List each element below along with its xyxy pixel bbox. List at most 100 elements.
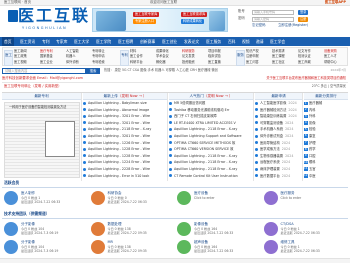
quick-link[interactable]: 国家基金 [40,54,53,59]
member-card[interactable]: 医疗设备 Click to enter [175,188,257,210]
member-card[interactable]: 医人制作 今日 0 粉丝 1 最近活跃 2024-7-22 06:33 [2,188,84,210]
list-item-text[interactable]: 智能康复训练装置 [260,114,286,118]
member-card[interactable]: 医疗服务 Click to enter [262,188,344,210]
header-banner[interactable]: 医工互联专家库 医工互联需求库 专家注册入口 科研成果转化 [92,8,228,32]
list-item[interactable]: Aquillion Lightning - 3201 Error - Wire [83,113,167,120]
list-item[interactable]: 6 康复 [304,133,348,140]
list-item[interactable]: 病床护理装置 2024 [255,166,302,173]
list-item[interactable]: OPTIMA CT660 SERVICE METHODS 故 [169,140,253,147]
list-item[interactable]: Aquillion Lightning - Babyliman size [83,100,167,107]
list-item-text[interactable]: 可穿戴监测设备 [260,121,283,125]
list-item[interactable]: Aquillion Lightning - Error in 510 look [83,173,167,180]
list-item[interactable]: OPTIMA CT660 VERSION SERVICE 故 [169,146,253,153]
list-item-text[interactable]: Aquillion Lightning - 2228 Error - Wire [88,167,150,171]
quick-link[interactable]: 医工人才 [324,54,337,59]
card-name[interactable]: 医人制作 [21,191,35,195]
nav-item-services[interactable]: 医工服务 [206,37,221,46]
register-button[interactable]: 注册 [298,17,309,22]
list-item[interactable]: Aquillion Lightning - 3201 Error - Wire [83,133,167,140]
list-item-text[interactable]: OPTIMA CT660 VERSION SERVICE 故 [174,147,233,151]
list-item-text[interactable]: Aquillion Lightning - 3201 Error - Wire [88,134,150,138]
quick-link[interactable]: 医工新闻 [14,49,27,54]
list-item[interactable]: Aquillion Lightning - 3201 Error - Wire [83,120,167,127]
list-item-text[interactable]: 医疗器械 [309,101,322,105]
quick-link[interactable]: 技术需求 [272,49,285,54]
nav-item-jobs[interactable]: 医工招聘 [118,37,133,46]
list-item[interactable]: 7 护理 [304,140,348,147]
list-item-text[interactable]: Aquillion Lightning - 3201 Error - Wire [88,114,150,118]
list-item-text[interactable]: 五官 [309,167,316,171]
app-download-link[interactable]: 医工互联APP [325,0,346,5]
nav-item-society[interactable]: 医工学会 [270,37,285,46]
hot-bar-title[interactable]: 医工互联专利转让（发明 / 实用新型） [4,84,62,89]
list-item-text[interactable]: 外科 [309,114,316,118]
quick-link[interactable]: 科研平台 [130,60,143,65]
nav-item-startup[interactable]: 医工创业 [162,37,177,46]
card-name[interactable]: CT/DSA [281,222,294,226]
list-item[interactable]: 9 口腔 [304,153,348,160]
list-item[interactable]: 医用导管结构 2024 [255,140,302,147]
quick-link[interactable]: 医工商城 [298,60,311,65]
quick-link[interactable]: 医工课程 [272,54,285,59]
list-item[interactable]: 11 五官 [304,166,348,173]
quick-link[interactable]: 成果转化 [156,49,169,54]
member-card[interactable]: 科研协会 今日 0 粉丝 0 最近活跃 2024-7-22 06:33 [89,188,171,210]
list-item[interactable]: 医疗器械检测方法 2024 [255,107,302,114]
list-item-text[interactable]: OPTIMA CT660 SERVICE METHODS 故 [174,141,235,145]
member-card[interactable]: MR 今日 0 粉丝 138 最近活跃 2024-7-22 09:35 [89,237,171,259]
list-item[interactable]: LE RT-E4400 XTRA LIMITED ACCESS V [169,120,253,127]
nav-item-home[interactable]: 首页 [2,37,14,46]
quick-link[interactable]: 注册申报 [246,54,259,59]
list-item[interactable]: Aquillion Lightning Support and Software [169,133,253,140]
list-item[interactable]: MR 5倍伺服反馈问题 [169,100,253,107]
notice-right-link[interactable]: 关于医工互联平台发布医疗器械和医工科技类项目的通知 [266,76,346,81]
list-item-text[interactable]: Aquillion Lightning - Babyliman size [88,101,147,105]
list-item[interactable]: Aquillion Lightning - 2118 Error - X-ray [169,153,253,160]
list-item-text[interactable]: Aquillion Lightning - Abnormal image [88,108,149,112]
list-item[interactable]: 2 内科 [304,107,348,114]
card-name[interactable]: MR [108,240,113,244]
password-input[interactable]: 请输入密码 [252,17,294,22]
member-card[interactable]: 超声设备 今日 0 粉丝 164 最近活跃 2024-7-22 06:33 [175,237,257,259]
list-item[interactable]: 3 外科 [304,113,348,120]
list-item[interactable]: Aquillion Lightning - 2118 Error - X-ray [83,126,167,133]
quick-link[interactable]: 体外诊断 [66,60,79,65]
list-item[interactable]: 1 医疗器械 [304,100,348,107]
quick-link[interactable]: 医工合作 [130,54,143,59]
list-item-text[interactable]: MR 5倍伺服反馈问题 [174,101,205,105]
list-item[interactable]: CT Remote Control Kit User Instruction [169,173,253,180]
list-item-text[interactable]: Aquillion Lightning Support and Software [174,134,242,138]
search-button[interactable]: 搜索 [86,68,100,74]
quick-link[interactable]: 学术会议 [156,54,169,59]
card-name[interactable]: 影像设备 [194,222,208,226]
username-input[interactable]: 请输入手机号码 [252,10,294,15]
quick-link[interactable]: 设备采购 [324,49,337,54]
list-item[interactable]: 8 药学 [304,146,348,153]
list-item-text[interactable]: Aquillion Lightning - Error in 510 look [88,174,149,178]
nav-item-wiki[interactable]: 百科 [228,37,236,46]
list-item[interactable]: Aquillion Lightning - 1224 Error - Wire [83,159,167,166]
list-item-text[interactable]: 影像 [309,121,316,125]
site-logo[interactable]: 医工互联 YIGONGHULIAN [6,6,88,34]
list-item-text[interactable]: Toshiba 移动服务光源射线机驱动 Err [174,108,229,112]
list-item-text[interactable]: 康复 [309,134,316,138]
member-card[interactable]: 维修工具 今日 0 粉丝 1 最近活跃 2024-7-22 06:33 [262,237,344,259]
quick-link[interactable]: 帮助中心 [324,60,337,65]
quick-link[interactable]: 知识产权 [246,49,259,54]
column-more-link[interactable]: （发明 Now → ） [204,94,233,98]
list-item-text[interactable]: 体外诊断试剂盒 [260,134,283,138]
quick-link[interactable]: 医工社区 [272,60,285,65]
list-item[interactable]: 体外诊断试剂盒 2024 [255,133,302,140]
quick-link[interactable]: 投资融资 [182,60,195,65]
list-item-text[interactable]: 医用导管结构 [260,141,280,145]
quick-link[interactable]: 医工问答 [246,60,259,65]
list-item-text[interactable]: Aquillion Lightning - 1224 Error - Wire [88,160,150,164]
quick-link[interactable]: 论文发表 [182,54,195,59]
list-item-text[interactable]: 医疗数据平台 [260,174,280,178]
quick-link[interactable]: 医疗专利 [40,49,53,54]
quick-link[interactable]: 临床试验 [208,54,221,59]
list-item-text[interactable]: CT Remote Control Kit User Instruction [174,174,238,178]
list-item[interactable]: 12 中医 [304,173,348,180]
list-item-text[interactable]: 口腔 [309,154,316,158]
list-item[interactable]: 10 眼科 [304,159,348,166]
